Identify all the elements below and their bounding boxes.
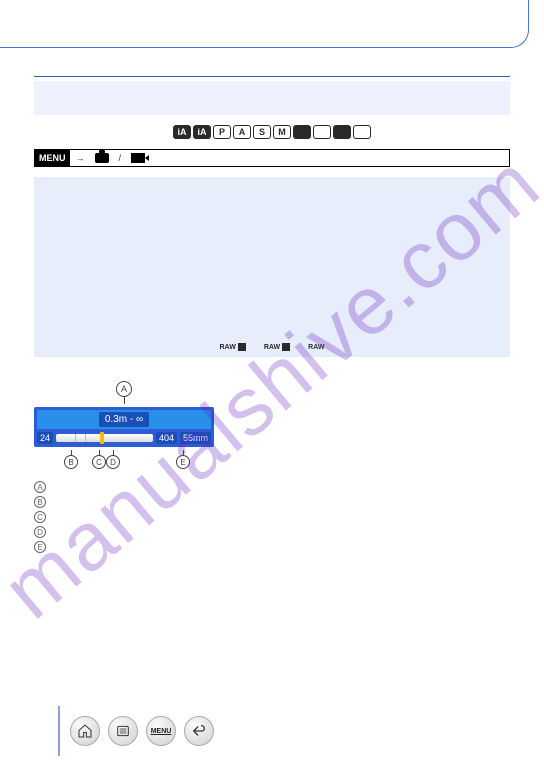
page-content: iA iA P A S M MENU → / RAW RAW RAW A 0.3…	[34, 76, 510, 556]
callout-text	[52, 511, 55, 522]
zoom-display: A 0.3m - ∞ 24 404 55mm B C D E	[34, 407, 214, 473]
focus-range-value: 0.3m - ∞	[99, 412, 149, 427]
zoom-current-value: 404	[156, 432, 177, 444]
callout-d-marker: D	[106, 455, 120, 469]
raw-std-item: RAW	[264, 343, 290, 351]
mode-a-icon: A	[233, 125, 251, 139]
callout-row: D	[34, 526, 510, 538]
callout-row: A	[34, 481, 510, 493]
list-icon	[115, 723, 131, 739]
mode-scene-icon	[333, 125, 351, 139]
callout-marker: B	[34, 496, 46, 508]
raw-fine-item: RAW	[219, 343, 245, 351]
back-icon	[191, 723, 207, 739]
mode-iaplus-icon: iA	[193, 125, 211, 139]
zoom-scale-bar: 24 404 55mm	[37, 432, 211, 444]
callout-text	[52, 541, 55, 552]
list-button[interactable]	[108, 716, 138, 746]
home-icon	[77, 723, 93, 739]
callout-marker: D	[34, 526, 46, 538]
callout-list: A B C D E	[34, 481, 510, 553]
top-panel-edge	[0, 0, 529, 48]
callout-a-marker: A	[116, 381, 132, 397]
title-band	[34, 81, 510, 115]
back-button[interactable]	[184, 716, 214, 746]
home-button[interactable]	[70, 716, 100, 746]
menu-arrow-icon: →	[70, 153, 91, 163]
callout-text	[52, 496, 55, 507]
callout-b-marker: B	[64, 455, 78, 469]
zoom-wide-value: 24	[37, 432, 53, 444]
callout-marker: E	[34, 541, 46, 553]
menu-path-bar: MENU → /	[34, 149, 510, 167]
mode-p-icon: P	[213, 125, 231, 139]
zoom-tick	[85, 434, 86, 442]
menu-button[interactable]: MENU	[146, 716, 176, 746]
zoom-focal-value: 55mm	[180, 432, 211, 444]
callout-marker: A	[34, 481, 46, 493]
menu-button-label: MENU	[151, 728, 172, 735]
zoom-panel: 0.3m - ∞ 24 404 55mm	[34, 407, 214, 447]
raw-only-item: RAW	[308, 343, 324, 351]
section-divider	[34, 76, 510, 77]
callout-row: C	[34, 511, 510, 523]
mode-s-icon: S	[253, 125, 271, 139]
callout-row: B	[34, 496, 510, 508]
mode-ia-icon: iA	[173, 125, 191, 139]
mode-icon-row: iA iA P A S M	[34, 125, 510, 139]
callout-text	[52, 526, 55, 537]
mode-m-icon: M	[273, 125, 291, 139]
callout-text	[52, 481, 55, 492]
info-panel: RAW RAW RAW	[34, 177, 510, 357]
zoom-track	[56, 434, 153, 442]
footer-divider	[58, 706, 60, 756]
callout-marker: C	[34, 511, 46, 523]
raw-format-row: RAW RAW RAW	[34, 343, 510, 351]
zoom-tick	[75, 434, 76, 442]
zoom-slider-handle	[100, 432, 104, 444]
focus-range-row: 0.3m - ∞	[37, 410, 211, 429]
callout-c-marker: C	[92, 455, 106, 469]
menu-chip: MENU	[35, 150, 70, 166]
callout-pointer-row: B C D E	[34, 449, 214, 473]
callout-e-marker: E	[176, 455, 190, 469]
mode-panorama-icon	[313, 125, 331, 139]
footer-nav: MENU	[58, 706, 214, 756]
callout-row: E	[34, 541, 510, 553]
video-icon	[131, 153, 145, 163]
mode-creative-icon	[353, 125, 371, 139]
menu-slash: /	[113, 153, 128, 163]
mode-movie-icon	[293, 125, 311, 139]
camera-icon	[95, 153, 109, 163]
